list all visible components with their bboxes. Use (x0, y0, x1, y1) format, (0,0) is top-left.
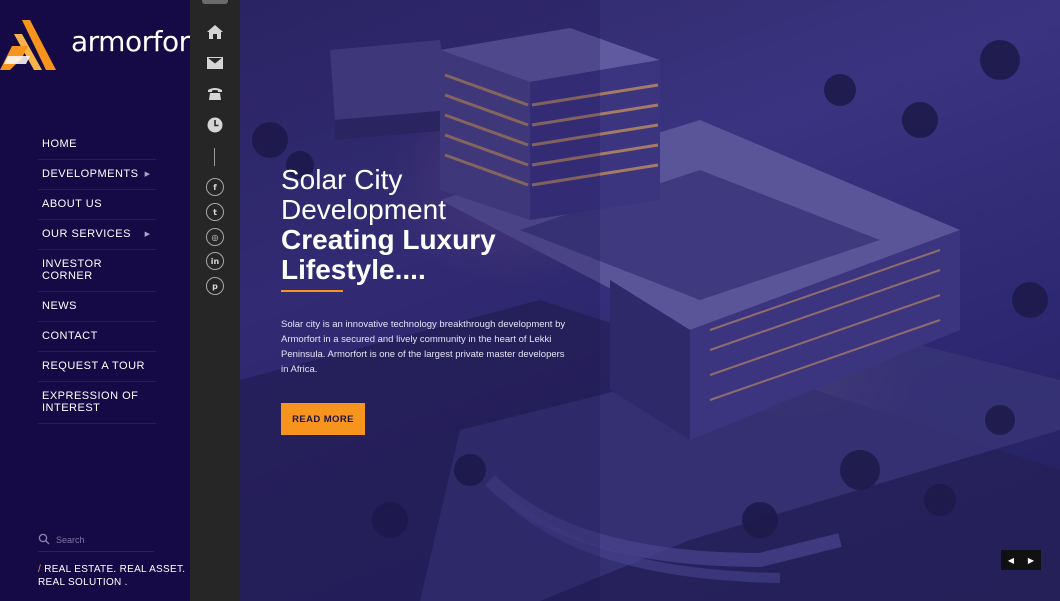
menu-item-expression-of-interest[interactable]: EXPRESSION OF INTEREST (38, 382, 156, 424)
toolbar-divider (214, 148, 215, 166)
brand-name: armorfort (71, 25, 201, 58)
hero-heading: Solar City Development Creating Luxury L… (281, 165, 581, 285)
tagline-text: REAL ESTATE. REAL ASSET. REAL SOLUTION . (38, 564, 186, 588)
brand-logo[interactable]: armorfort (0, 18, 201, 74)
instagram-icon[interactable]: ◎ (206, 228, 224, 246)
next-slide-button[interactable]: ▶ (1021, 550, 1041, 570)
toolbar-tab-handle[interactable] (202, 0, 228, 4)
menu-item-label[interactable]: DEVELOPMENTS (38, 160, 156, 189)
tagline-slash: / (38, 564, 42, 575)
menu-item-label[interactable]: INVESTOR CORNER (38, 250, 156, 291)
menu-item-label[interactable]: ABOUT US (38, 190, 156, 219)
hero-building-image (240, 0, 1060, 601)
submenu-caret-icon[interactable]: ▶ (145, 230, 150, 238)
menu-item-request-a-tour[interactable]: REQUEST A TOUR (38, 352, 156, 382)
search-input[interactable] (56, 532, 146, 548)
icon-toolbar: f t ◎ in p (190, 0, 240, 601)
facebook-icon[interactable]: f (206, 178, 224, 196)
menu-item-news[interactable]: NEWS (38, 292, 156, 322)
prev-slide-button[interactable]: ◀ (1001, 550, 1021, 570)
menu-item-label[interactable]: OUR SERVICES (38, 220, 156, 249)
pinterest-icon[interactable]: p (206, 277, 224, 295)
menu-item-label[interactable]: REQUEST A TOUR (38, 352, 156, 381)
read-more-button[interactable]: READ MORE (281, 403, 365, 435)
logo-mark-icon (0, 20, 56, 70)
hero-slider: Solar City Development Creating Luxury L… (240, 0, 1060, 601)
main-menu: HOME DEVELOPMENTS ▶ ABOUT US OUR SERVICES ▶ IN… (38, 130, 156, 424)
menu-item-label[interactable]: NEWS (38, 292, 156, 321)
sidebar-nav: armorfort HOME DEVELOPMENTS ▶ ABOUT US OUR S… (0, 0, 201, 601)
menu-item-label[interactable]: EXPRESSION OF INTEREST (38, 382, 156, 423)
menu-item-about-us[interactable]: ABOUT US (38, 190, 156, 220)
menu-item-investor-corner[interactable]: INVESTOR CORNER (38, 250, 156, 292)
slider-arrows: ◀ ▶ (1001, 550, 1041, 570)
hero-title-line-4: Lifestyle.... (281, 254, 426, 285)
submenu-caret-icon[interactable]: ▶ (145, 170, 150, 178)
twitter-icon[interactable]: t (206, 203, 224, 221)
hero-title-line-2: Development (281, 194, 446, 225)
menu-item-developments[interactable]: DEVELOPMENTS ▶ (38, 160, 156, 190)
linkedin-icon[interactable]: in (206, 252, 224, 270)
menu-item-label[interactable]: CONTACT (38, 322, 156, 351)
tagline: / REAL ESTATE. REAL ASSET. REAL SOLUTION… (38, 563, 188, 589)
menu-item-contact[interactable]: CONTACT (38, 322, 156, 352)
menu-item-label[interactable]: HOME (38, 130, 156, 159)
hero-title-underline (281, 290, 343, 292)
hero-title-line-1: Solar City (281, 164, 403, 195)
clock-icon[interactable] (205, 115, 225, 135)
phone-icon[interactable] (205, 84, 225, 104)
mail-icon[interactable] (205, 53, 225, 73)
hero-description: Solar city is an innovative technology b… (281, 319, 566, 375)
hero-title-line-3: Creating Luxury (281, 224, 496, 255)
search-box[interactable] (38, 530, 154, 552)
menu-item-home[interactable]: HOME (38, 130, 156, 160)
menu-item-our-services[interactable]: OUR SERVICES ▶ (38, 220, 156, 250)
home-icon[interactable] (205, 22, 225, 42)
search-icon (38, 533, 50, 545)
